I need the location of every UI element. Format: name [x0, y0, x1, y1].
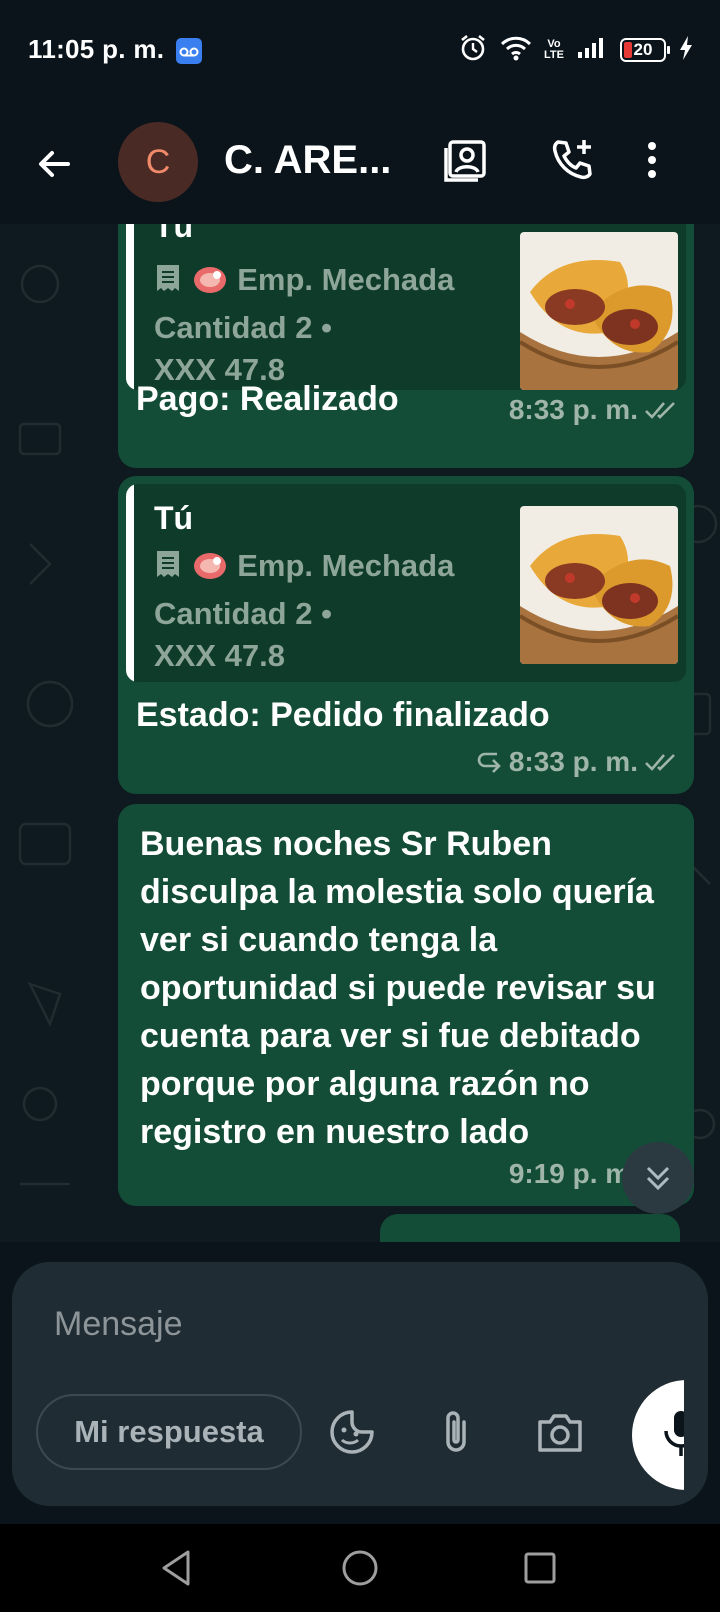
- message-text: Buenas noches Sr Ruben disculpa la moles…: [140, 825, 656, 1151]
- quote-item-name: Emp. Mechada: [237, 262, 455, 297]
- contact-card-button[interactable]: [436, 130, 496, 190]
- message-time: 8:33 p. m.: [508, 746, 638, 777]
- double-chevron-down-icon: [646, 1166, 670, 1191]
- nav-back-button[interactable]: [148, 1540, 204, 1596]
- status-time: 11:05 p. m.: [28, 34, 165, 64]
- battery-level: 20: [633, 40, 653, 59]
- message-bubble[interactable]: Buenas noches Sr Ruben disculpa la moles…: [118, 804, 694, 1206]
- quote-qty: Cantidad 2 •: [154, 310, 332, 345]
- back-button[interactable]: [26, 136, 82, 192]
- empanada-thumbnail: [520, 506, 678, 664]
- message-input[interactable]: [54, 1296, 614, 1352]
- attach-button[interactable]: [426, 1402, 486, 1462]
- message-composer: Mi respuesta: [12, 1262, 708, 1506]
- avatar[interactable]: C: [118, 122, 198, 202]
- message-bubble[interactable]: Tú Emp. Mechada Cantidad 2 • XXX 47.8: [118, 224, 694, 468]
- sticker-button[interactable]: [322, 1402, 382, 1462]
- system-nav-bar: [0, 1524, 720, 1612]
- nav-home-icon: [342, 1550, 378, 1586]
- chat-header: C C. ARE...: [0, 100, 720, 224]
- forwarded-icon: [477, 752, 501, 773]
- message-bubble-partial[interactable]: [380, 1214, 680, 1242]
- volte-indicator: Vo LTE: [544, 38, 564, 61]
- quote-qty: Cantidad 2 •: [154, 596, 332, 631]
- empanada-thumbnail: [520, 232, 678, 390]
- paperclip-icon: [446, 1411, 466, 1452]
- quoted-order[interactable]: Tú Emp. Mechada Cantidad 2 • XXX 47.8: [126, 484, 686, 682]
- nav-recents-button[interactable]: [512, 1540, 568, 1596]
- quote-item-line: Emp. Mechada: [154, 548, 454, 584]
- quick-reply-chip[interactable]: Mi respuesta: [36, 1394, 302, 1470]
- contact-card-icon: [444, 140, 486, 182]
- sticker-icon: [330, 1410, 374, 1454]
- double-check-icon: [645, 754, 675, 771]
- meat-icon: [191, 262, 238, 297]
- double-check-icon: [645, 402, 675, 419]
- nav-recents-icon: [524, 1552, 556, 1584]
- nav-back-icon: [162, 1550, 190, 1586]
- signal-icon: [576, 36, 608, 65]
- message-meta: 8:33 p. m.: [475, 746, 680, 778]
- more-options-button[interactable]: [622, 130, 682, 190]
- camera-icon: [538, 1414, 582, 1452]
- message-bubble[interactable]: Tú Emp. Mechada Cantidad 2 • XXX 47.8: [118, 476, 694, 794]
- nav-home-button[interactable]: [332, 1540, 388, 1596]
- message-time: 8:33 p. m.: [508, 394, 638, 425]
- receipt-icon: [154, 548, 191, 583]
- more-vert-icon: [648, 142, 656, 178]
- back-arrow-icon: [39, 151, 70, 177]
- quote-item-name: Emp. Mechada: [237, 548, 455, 583]
- add-call-icon: [552, 140, 592, 180]
- wifi-icon: [500, 34, 532, 67]
- alarm-icon: [458, 33, 488, 68]
- message-meta: 8:33 p. m.: [509, 394, 680, 426]
- meat-icon: [191, 548, 238, 583]
- charging-icon: [678, 35, 694, 66]
- camera-button[interactable]: [530, 1402, 590, 1462]
- message-time: 9:19 p. m.: [508, 1158, 638, 1189]
- receipt-icon: [154, 262, 191, 297]
- status-icons: Vo LTE 20: [458, 34, 694, 66]
- message-caption: Estado: Pedido finalizado: [136, 696, 550, 734]
- message-caption: Pago: Realizado: [136, 380, 399, 418]
- battery-icon: 20: [620, 38, 670, 62]
- contact-name[interactable]: C. ARE...: [224, 138, 404, 183]
- scroll-to-bottom-button[interactable]: [622, 1142, 694, 1214]
- quote-item-line: Emp. Mechada: [154, 262, 454, 298]
- quoted-order[interactable]: Tú Emp. Mechada Cantidad 2 • XXX 47.8: [126, 224, 686, 390]
- quote-author: Tú: [154, 224, 194, 244]
- quote-price: XXX 47.8: [154, 638, 285, 673]
- chat-area[interactable]: Tú Emp. Mechada Cantidad 2 • XXX 47.8 Pa…: [0, 224, 720, 1242]
- quote-author: Tú: [154, 500, 194, 536]
- status-bar: 11:05 p. m. Vo LTE 20: [0, 0, 720, 100]
- add-call-button[interactable]: [542, 130, 602, 190]
- voicemail-icon: [176, 38, 202, 64]
